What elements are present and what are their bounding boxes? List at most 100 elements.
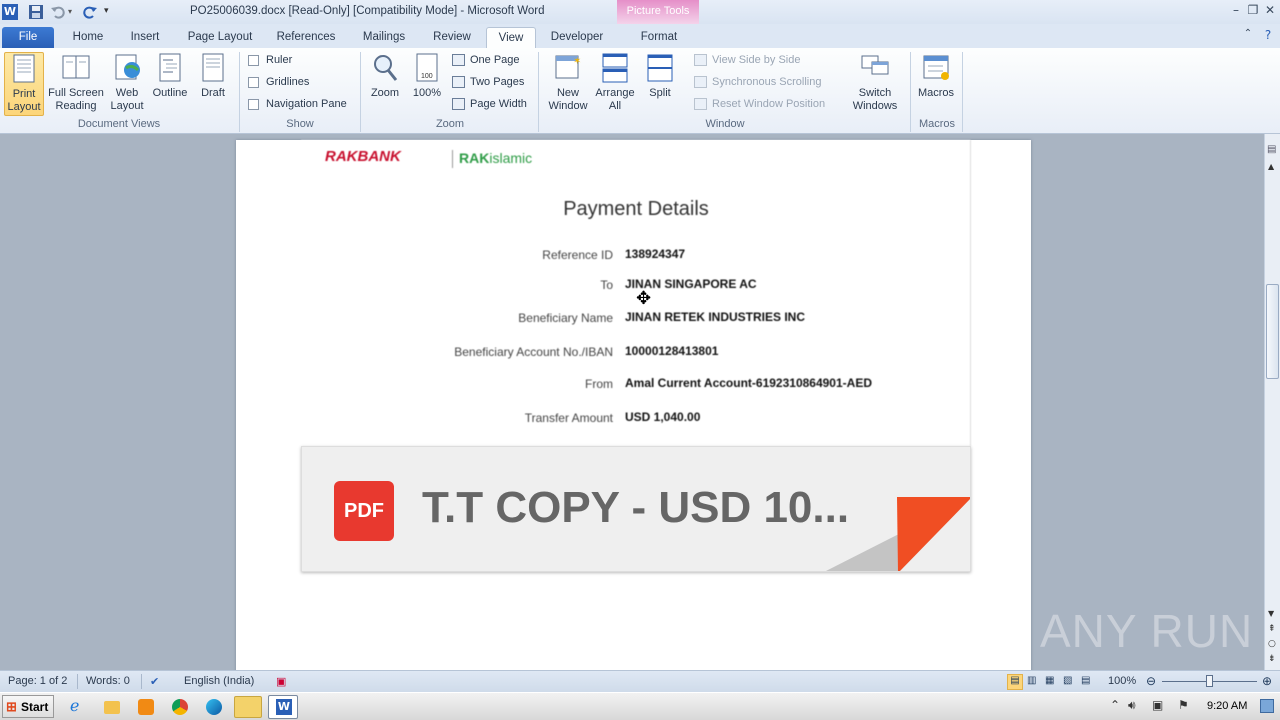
media-player-icon[interactable] — [138, 699, 154, 715]
zoom-100-button[interactable]: 100 100% — [408, 52, 446, 100]
help-icon[interactable]: ? — [1260, 28, 1276, 42]
zoom-label: Zoom — [370, 87, 400, 99]
picture-tools-label: Picture Tools — [626, 5, 690, 17]
minimize-ribbon-icon[interactable]: ⌃ — [1240, 28, 1256, 39]
minimize-button[interactable]: – — [1228, 3, 1244, 17]
web-layout-view-icon[interactable]: ▦ — [1045, 675, 1054, 686]
pdf-attachment-banner[interactable]: PDF T.T COPY - USD 10... — [301, 446, 971, 572]
document-page[interactable]: RAKBANK RAKislamic Payment Details Refer… — [236, 140, 1031, 670]
document-area[interactable]: RAKBANK RAKislamic Payment Details Refer… — [0, 134, 1264, 670]
svg-text:✶: ✶ — [573, 56, 581, 67]
arrange-all-button[interactable]: Arrange All — [593, 52, 637, 113]
web-layout-button[interactable]: Web Layout — [106, 52, 148, 113]
draft-button[interactable]: Draft — [194, 52, 232, 100]
tab-home[interactable]: Home — [64, 27, 112, 48]
page-width-button[interactable]: Page Width — [452, 98, 527, 111]
vertical-scrollbar[interactable]: ▤ ▲ ▼ ⇞ ○ ⇟ — [1264, 134, 1280, 670]
network-icon[interactable]: ▣ — [1152, 698, 1163, 712]
customize-qat-icon[interactable]: ▾ — [104, 6, 120, 22]
zoom-out-icon[interactable]: ⊖ — [1146, 674, 1156, 688]
tab-developer[interactable]: Developer — [544, 27, 610, 48]
edge-icon[interactable] — [206, 699, 222, 715]
word-app-icon[interactable]: W — [2, 4, 18, 20]
undo-icon[interactable] — [50, 4, 66, 20]
two-pages-button[interactable]: Two Pages — [452, 76, 524, 89]
tab-file[interactable]: File — [2, 27, 54, 48]
redo-icon[interactable] — [82, 4, 98, 20]
ruler-checkbox[interactable]: Ruler — [248, 54, 292, 66]
web-layout-label: Web Layout — [110, 87, 144, 112]
navigation-pane-checkbox-box[interactable] — [248, 98, 259, 110]
ie-icon[interactable]: ℯ — [70, 696, 92, 718]
reference-id-value: 138924347 — [625, 247, 686, 261]
arrange-all-icon — [600, 52, 630, 84]
full-screen-reading-button[interactable]: Full Screen Reading — [48, 52, 104, 113]
zoom-slider-thumb[interactable] — [1206, 675, 1213, 687]
page-width-icon — [452, 98, 465, 111]
reset-window-position-label: Reset Window Position — [712, 98, 826, 110]
close-button[interactable]: ✕ — [1262, 3, 1278, 17]
view-side-by-side-button[interactable]: View Side by Side — [694, 54, 800, 67]
save-icon[interactable] — [28, 4, 44, 20]
full-screen-view-icon[interactable]: ▥ — [1027, 675, 1036, 686]
gridlines-checkbox-box[interactable] — [248, 76, 259, 88]
clock[interactable]: 9:20 AM — [1207, 700, 1247, 712]
tab-references[interactable]: References — [270, 27, 342, 48]
next-page-icon[interactable]: ⇟ — [1268, 654, 1276, 664]
synchronous-scrolling-button[interactable]: Synchronous Scrolling — [694, 76, 821, 89]
full-screen-reading-label: Full Screen Reading — [48, 87, 104, 112]
word-taskbar-button[interactable]: W — [268, 695, 298, 719]
chrome-icon[interactable] — [172, 699, 188, 715]
reset-window-position-button[interactable]: Reset Window Position — [694, 98, 826, 111]
ruler-toggle-icon[interactable]: ▤ — [1267, 144, 1276, 155]
draft-view-icon[interactable]: ▤ — [1081, 675, 1090, 686]
show-desktop-icon[interactable] — [1260, 699, 1274, 713]
new-window-button[interactable]: ✶ New Window — [544, 52, 592, 113]
tab-page-layout[interactable]: Page Layout — [180, 27, 260, 48]
print-layout-button[interactable]: Print Layout — [4, 52, 44, 116]
reset-window-position-icon — [694, 98, 707, 111]
action-center-flag-icon[interactable]: ⚑ — [1178, 698, 1189, 712]
select-browse-object-icon[interactable]: ○ — [1268, 639, 1276, 649]
scroll-up-icon[interactable]: ▲ — [1268, 162, 1274, 171]
transfer-amount-label: Transfer Amount — [524, 411, 613, 425]
word-count[interactable]: Words: 0 — [86, 675, 130, 687]
rakislamic-logo-part-b: islamic — [489, 150, 533, 166]
zoom-button[interactable]: Zoom — [366, 52, 404, 100]
split-button[interactable]: Split — [642, 52, 678, 100]
tab-review[interactable]: Review — [426, 27, 478, 48]
gridlines-checkbox[interactable]: Gridlines — [248, 76, 309, 88]
start-button[interactable]: ⊞ Start — [2, 695, 54, 718]
outline-view-icon[interactable]: ▧ — [1063, 675, 1072, 686]
scroll-thumb[interactable] — [1266, 284, 1279, 379]
page-count[interactable]: Page: 1 of 2 — [8, 675, 67, 687]
explorer-icon[interactable] — [104, 701, 120, 714]
volume-icon[interactable]: 🔊︎ — [1128, 698, 1136, 713]
macros-button[interactable]: Macros — [914, 52, 958, 100]
zoom-in-icon[interactable]: ⊕ — [1262, 674, 1272, 688]
view-shortcuts: ▤ ▥ ▦ ▧ ▤ — [1005, 674, 1101, 690]
ruler-checkbox-box[interactable] — [248, 54, 259, 66]
tab-view[interactable]: View — [486, 27, 536, 48]
show-hidden-icons[interactable]: ⌃ — [1110, 698, 1120, 712]
macro-record-icon[interactable]: ▣ — [276, 675, 286, 688]
separator — [360, 52, 361, 132]
outline-button[interactable]: Outline — [150, 52, 190, 100]
tab-insert[interactable]: Insert — [122, 27, 168, 48]
restore-button[interactable]: ❐ — [1245, 3, 1261, 17]
beneficiary-name-value: JINAN RETEK INDUSTRIES INC — [625, 310, 806, 324]
norton-icon[interactable] — [234, 696, 262, 718]
proofing-icon[interactable]: ✔ — [150, 675, 159, 688]
navigation-pane-checkbox[interactable]: Navigation Pane — [248, 98, 347, 110]
switch-windows-button[interactable]: Switch Windows — [844, 52, 906, 113]
one-page-button[interactable]: One Page — [452, 54, 520, 67]
ribbon-tab-bar: File Home Insert Page Layout References … — [0, 24, 1280, 48]
tab-format[interactable]: Format — [630, 27, 688, 48]
new-window-label: New Window — [548, 87, 588, 112]
print-layout-view-icon[interactable]: ▤ — [1007, 674, 1023, 690]
zoom-level[interactable]: 100% — [1108, 675, 1136, 687]
tab-mailings[interactable]: Mailings — [352, 27, 416, 48]
scroll-down-icon[interactable]: ▼ — [1268, 609, 1274, 618]
previous-page-icon[interactable]: ⇞ — [1268, 624, 1276, 634]
language[interactable]: English (India) — [184, 675, 254, 687]
